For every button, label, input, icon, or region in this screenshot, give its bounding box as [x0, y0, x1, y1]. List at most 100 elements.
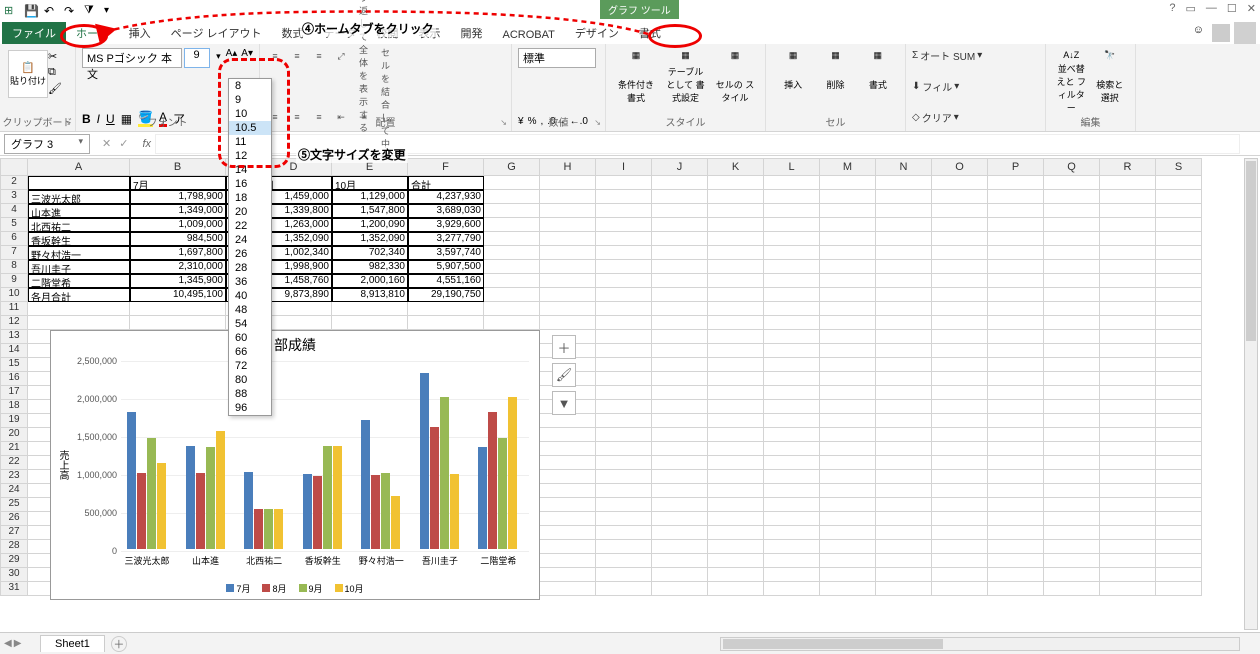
column-header[interactable]: G	[484, 158, 540, 176]
cell[interactable]	[1100, 386, 1156, 400]
cell[interactable]	[764, 358, 820, 372]
cell[interactable]	[1100, 260, 1156, 274]
chart-bar[interactable]	[478, 447, 487, 549]
cell[interactable]	[1100, 358, 1156, 372]
chart-bar[interactable]	[361, 420, 370, 549]
cell[interactable]	[130, 316, 226, 330]
cell[interactable]	[820, 204, 876, 218]
cell[interactable]	[1156, 204, 1202, 218]
cell[interactable]	[876, 526, 932, 540]
cell[interactable]	[932, 358, 988, 372]
row-header[interactable]: 14	[0, 344, 28, 358]
cell[interactable]	[876, 582, 932, 596]
legend-item[interactable]: 10月	[335, 584, 364, 594]
cell[interactable]	[876, 372, 932, 386]
font-size-option[interactable]: 26	[229, 247, 271, 261]
select-all-corner[interactable]	[0, 158, 28, 176]
cell[interactable]	[484, 218, 540, 232]
column-header[interactable]: B	[130, 158, 226, 176]
cell[interactable]	[1044, 554, 1100, 568]
name-box[interactable]: グラフ 3	[4, 134, 90, 154]
cell[interactable]	[596, 190, 652, 204]
formula-input[interactable]	[155, 134, 1240, 154]
font-size-option[interactable]: 60	[229, 331, 271, 345]
chart-bar[interactable]	[391, 496, 400, 549]
chart-bar[interactable]	[206, 447, 215, 549]
cell[interactable]	[988, 204, 1044, 218]
cell[interactable]	[932, 316, 988, 330]
wrap-text-button[interactable]: 折り返して全体を表示する	[358, 48, 376, 64]
cell[interactable]	[1100, 274, 1156, 288]
row-header[interactable]: 27	[0, 526, 28, 540]
cell[interactable]	[932, 302, 988, 316]
cell[interactable]: 4,237,930	[408, 190, 484, 204]
cell[interactable]	[932, 526, 988, 540]
cell[interactable]	[652, 260, 708, 274]
cell[interactable]	[540, 568, 596, 582]
cell[interactable]	[708, 302, 764, 316]
cell[interactable]	[1156, 386, 1202, 400]
tab-insert[interactable]: 挿入	[119, 22, 161, 44]
column-header[interactable]: K	[708, 158, 764, 176]
cell[interactable]	[1044, 344, 1100, 358]
cell[interactable]	[652, 190, 708, 204]
font-size-option[interactable]: 10	[229, 107, 271, 121]
chart-bar[interactable]	[254, 509, 263, 549]
cell[interactable]	[1156, 190, 1202, 204]
cell[interactable]	[540, 484, 596, 498]
align-bottom-icon[interactable]: ≡	[310, 48, 328, 64]
font-size-option[interactable]: 14	[229, 163, 271, 177]
cell[interactable]	[1044, 274, 1100, 288]
save-icon[interactable]	[24, 4, 38, 18]
font-size-option[interactable]: 20	[229, 205, 271, 219]
cell[interactable]	[1156, 484, 1202, 498]
cell[interactable]	[1156, 372, 1202, 386]
cell[interactable]	[652, 288, 708, 302]
cell[interactable]	[596, 358, 652, 372]
cell[interactable]	[596, 428, 652, 442]
cell[interactable]	[764, 204, 820, 218]
cell[interactable]	[1156, 428, 1202, 442]
cell[interactable]: 10,495,100	[130, 288, 226, 302]
cell[interactable]	[988, 526, 1044, 540]
cell[interactable]	[596, 204, 652, 218]
cell[interactable]	[932, 372, 988, 386]
cell[interactable]	[652, 302, 708, 316]
cell[interactable]	[764, 498, 820, 512]
cell[interactable]	[652, 526, 708, 540]
column-header[interactable]: E	[332, 158, 408, 176]
chart-bar[interactable]	[137, 473, 146, 549]
tab-acrobat[interactable]: ACROBAT	[493, 26, 565, 44]
cell[interactable]	[764, 316, 820, 330]
cell[interactable]	[764, 554, 820, 568]
feedback-icon[interactable]: ☺	[1193, 24, 1204, 36]
cell[interactable]: 野々村浩一	[28, 246, 130, 260]
cell[interactable]	[596, 386, 652, 400]
cell[interactable]	[708, 274, 764, 288]
chart-bar[interactable]	[303, 474, 312, 549]
cell[interactable]	[540, 316, 596, 330]
cut-icon[interactable]: ✂	[48, 50, 64, 64]
cell[interactable]	[1100, 330, 1156, 344]
font-size-option[interactable]: 18	[229, 191, 271, 205]
cell[interactable]	[1156, 302, 1202, 316]
cell[interactable]: 山本進	[28, 204, 130, 218]
cell[interactable]	[764, 330, 820, 344]
decrease-font-icon[interactable]: A▾	[241, 48, 253, 68]
cell[interactable]	[876, 554, 932, 568]
cell[interactable]	[764, 512, 820, 526]
cell[interactable]	[652, 372, 708, 386]
chart-bar[interactable]	[264, 509, 273, 549]
cell[interactable]	[708, 232, 764, 246]
cell[interactable]	[820, 344, 876, 358]
cell[interactable]	[1156, 414, 1202, 428]
cell[interactable]	[1156, 554, 1202, 568]
cell[interactable]	[652, 498, 708, 512]
chart-bar[interactable]	[488, 412, 497, 549]
cell[interactable]	[652, 512, 708, 526]
cell[interactable]	[820, 372, 876, 386]
cell[interactable]	[876, 344, 932, 358]
cell[interactable]	[540, 554, 596, 568]
cell[interactable]	[764, 232, 820, 246]
legend-item[interactable]: 9月	[299, 584, 323, 594]
